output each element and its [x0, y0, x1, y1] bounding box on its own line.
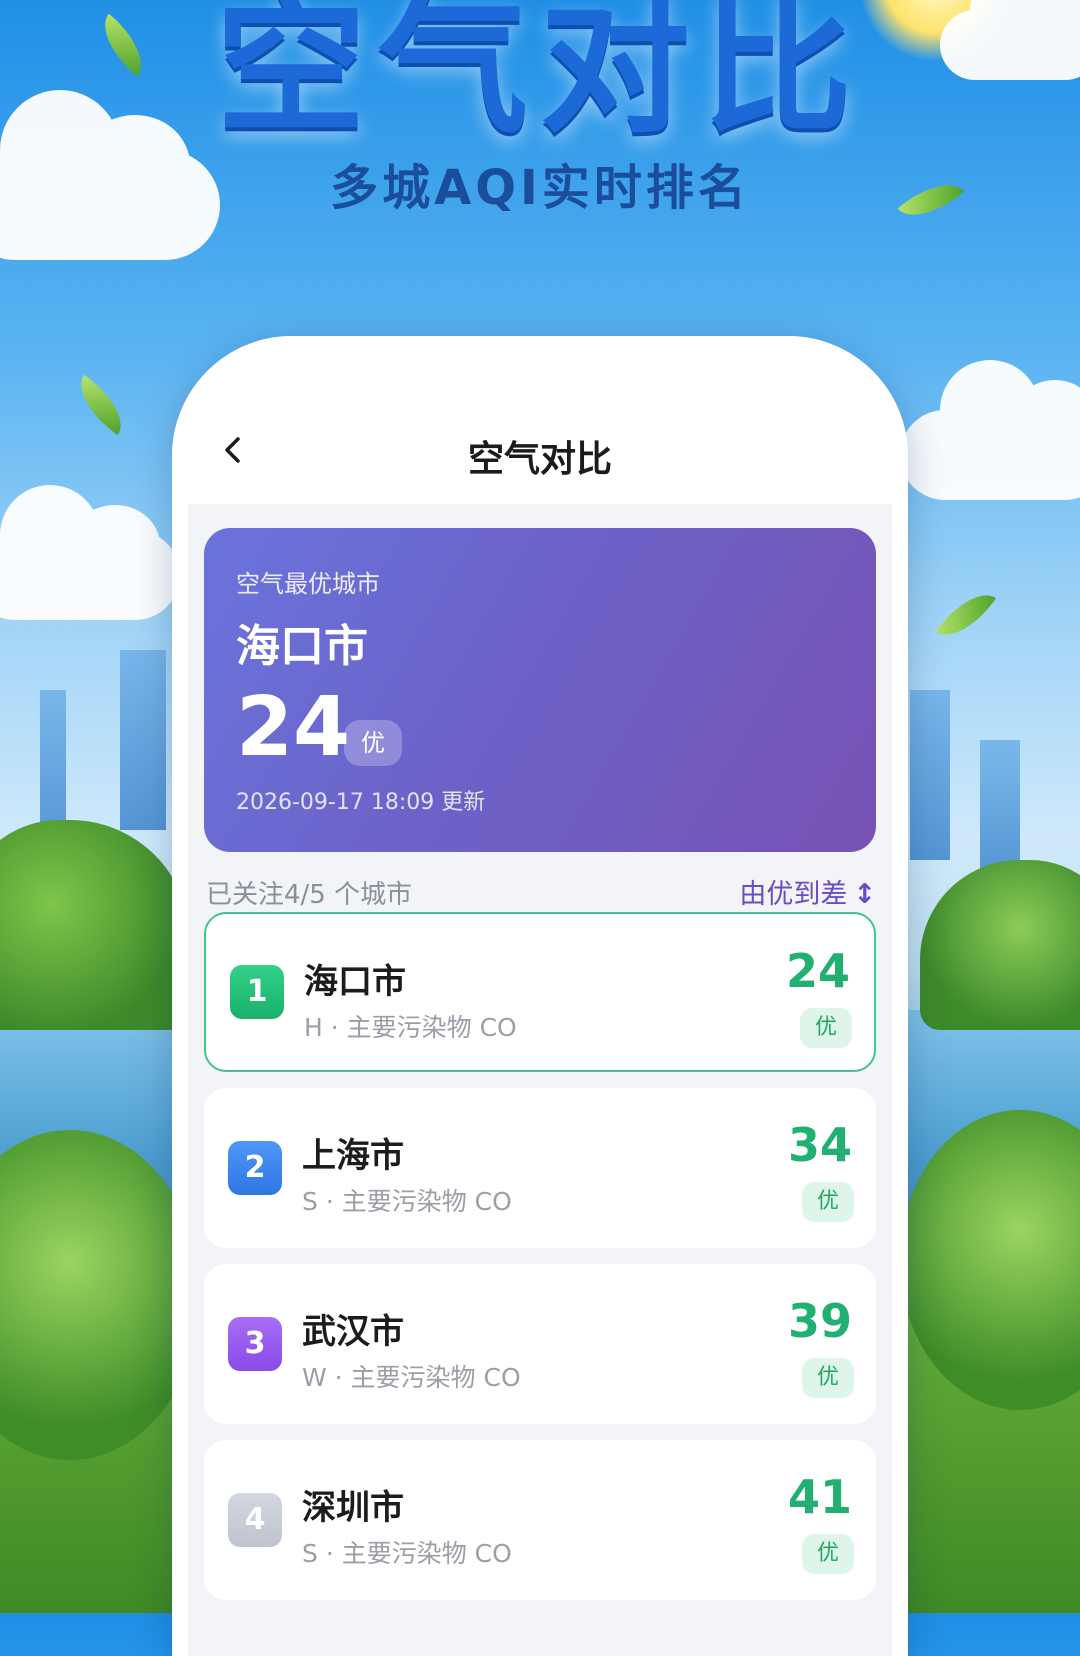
- city-name: 上海市: [302, 1136, 404, 1176]
- city-aqi: 39: [787, 1294, 852, 1348]
- city-aqi: 41: [787, 1470, 852, 1524]
- best-city-name: 海口市: [236, 621, 368, 672]
- city-pollutant: W · 主要污染物 CO: [302, 1363, 521, 1392]
- best-city-card[interactable]: 空气最优城市 海口市 24 优 2026-09-17 18:09 更新: [204, 528, 876, 852]
- city-aqi: 34: [787, 1118, 852, 1172]
- rank-badge: 1: [230, 965, 284, 1019]
- page-title: 空气对比: [467, 439, 612, 480]
- city-name: 武汉市: [302, 1312, 404, 1352]
- list-header: 已关注4/5 个城市 由优到差 ↕: [204, 870, 876, 910]
- poster-title: 空气对比: [215, 0, 864, 154]
- city-pollutant: S · 主要污染物 CO: [302, 1539, 512, 1568]
- rank-badge: 4: [228, 1493, 282, 1547]
- update-time: 2026-09-17 18:09 更新: [236, 790, 486, 815]
- content-area: 空气最优城市 海口市 24 优 2026-09-17 18:09 更新 已关注4…: [188, 504, 892, 1656]
- skyline-building: [910, 690, 950, 860]
- city-name: 深圳市: [302, 1488, 404, 1528]
- city-level-badge: 优: [802, 1182, 854, 1222]
- city-row[interactable]: 2 上海市 S · 主要污染物 CO 34 优: [204, 1088, 876, 1248]
- best-city-aqi: 24: [236, 680, 351, 775]
- sort-arrows-icon: ↕: [853, 879, 876, 910]
- best-city-level-badge: 优: [344, 720, 402, 766]
- city-row[interactable]: 4 深圳市 S · 主要污染物 CO 41 优: [204, 1440, 876, 1600]
- city-level-badge: 优: [802, 1534, 854, 1574]
- city-level-badge: 优: [800, 1008, 852, 1048]
- sort-label: 由优到差: [739, 879, 848, 910]
- poster-subtitle: 多城AQI实时排名: [330, 160, 750, 216]
- leaf-icon: [935, 581, 997, 649]
- nav-bar: 空气对比: [172, 336, 908, 504]
- trees-decoration: [0, 820, 190, 1030]
- city-pollutant: S · 主要污染物 CO: [302, 1187, 512, 1216]
- city-pollutant: H · 主要污染物 CO: [304, 1013, 517, 1042]
- skyline-building: [980, 740, 1020, 880]
- rank-badge: 3: [228, 1317, 282, 1371]
- trees-decoration: [920, 860, 1080, 1030]
- leaf-icon: [67, 374, 135, 436]
- city-row[interactable]: 1 海口市 H · 主要污染物 CO 24 优: [204, 912, 876, 1072]
- cloud-decoration: [0, 485, 180, 620]
- city-name: 海口市: [304, 962, 406, 1002]
- best-city-label: 空气最优城市: [236, 570, 380, 598]
- city-aqi: 24: [785, 944, 850, 998]
- cloud-decoration: [900, 360, 1080, 500]
- followed-count: 已关注4/5 个城市: [206, 880, 413, 910]
- sort-toggle-button[interactable]: 由优到差 ↕: [739, 872, 876, 911]
- city-row[interactable]: 3 武汉市 W · 主要污染物 CO 39 优: [204, 1264, 876, 1424]
- phone-frame: 空气对比 空气最优城市 海口市 24 优 2026-09-17 18:09 更新…: [172, 336, 908, 1656]
- skyline-building: [120, 650, 166, 830]
- city-level-badge: 优: [802, 1358, 854, 1398]
- rank-badge: 2: [228, 1141, 282, 1195]
